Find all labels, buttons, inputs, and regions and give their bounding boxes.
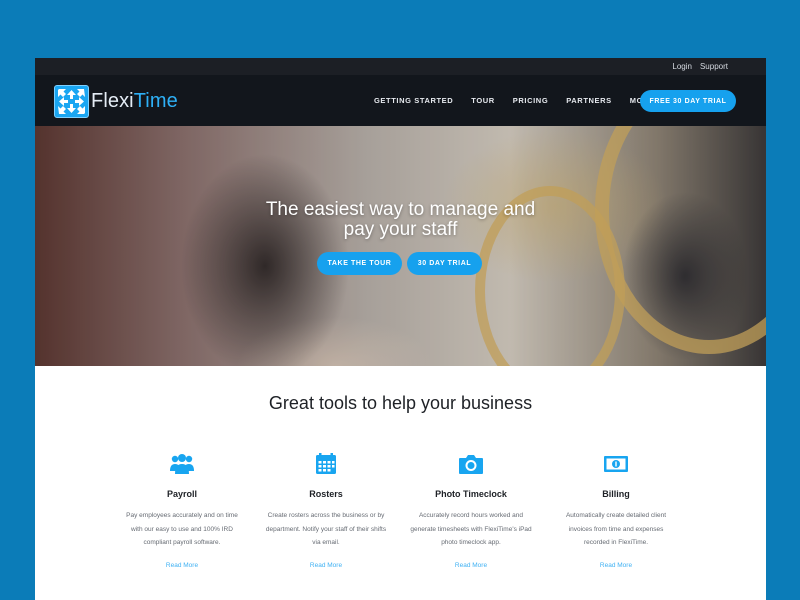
logo-arrows-icon — [54, 85, 89, 118]
feature-title: Payroll — [166, 489, 197, 499]
calendar-icon — [260, 451, 392, 477]
brand-name-part1: Flexi — [91, 90, 134, 112]
feature-description-line: Automatically create detailed client — [565, 512, 667, 519]
hero-headline-line1: The easiest way to manage and — [265, 199, 536, 220]
main-navbar: FlexiTime GETTING STARTED TOUR PRICING P… — [35, 75, 766, 126]
hero-banner: The easiest way to manage and pay your s… — [35, 126, 766, 366]
feature-description-line: via email. — [312, 539, 340, 546]
feature-description-line: Pay employees accurately and on time — [126, 512, 238, 519]
feature-title: Rosters — [309, 489, 343, 499]
feature-rosters: Rosters Create rosters across the busine… — [260, 451, 392, 569]
read-more-link[interactable]: Read More — [405, 562, 537, 569]
feature-description-line: department. Notify your staff of their s… — [265, 525, 387, 533]
feature-description: Create rosters across the business or by… — [260, 509, 392, 550]
take-tour-button[interactable]: TAKE THE TOUR — [317, 252, 402, 275]
camera-icon — [405, 451, 537, 477]
browser-window: Login Support FlexiTime GETTING STARTED … — [35, 58, 766, 600]
nav-getting-started[interactable]: GETTING STARTED — [374, 96, 453, 105]
support-link[interactable]: Support — [700, 62, 728, 71]
feature-description-line: compliant payroll software. — [143, 539, 221, 546]
hero-buttons: TAKE THE TOUR 30 DAY TRIAL — [317, 252, 482, 275]
read-more-link[interactable]: Read More — [116, 562, 248, 569]
feature-title: Billing — [602, 489, 630, 499]
hero-headline-line2: pay your staff — [343, 219, 458, 240]
nav-pricing[interactable]: PRICING — [513, 96, 548, 105]
day-trial-button[interactable]: 30 DAY TRIAL — [407, 252, 482, 275]
flexitime-logo[interactable]: FlexiTime — [54, 85, 178, 118]
nav-partners[interactable]: PARTNERS — [566, 96, 612, 105]
login-link[interactable]: Login — [672, 62, 692, 71]
feature-description-line: Create rosters across the business or by — [267, 512, 385, 519]
feature-description-line: photo timeclock app. — [441, 539, 501, 546]
feature-billing: Billing Automatically create detailed cl… — [550, 451, 682, 569]
primary-nav: GETTING STARTED TOUR PRICING PARTNERS MO… — [374, 75, 673, 126]
brand-name-part2: Time — [133, 90, 178, 112]
feature-description-line: generate timesheets with FlexiTime's iPa… — [410, 525, 532, 533]
read-more-link[interactable]: Read More — [260, 562, 392, 569]
hero-overlay — [35, 126, 766, 366]
utility-bar: Login Support — [35, 58, 766, 75]
read-more-link[interactable]: Read More — [550, 562, 682, 569]
brand-name: FlexiTime — [91, 90, 178, 113]
feature-payroll: Payroll Pay employees accurately and on … — [116, 451, 248, 569]
users-icon — [116, 451, 248, 477]
feature-description-line: with our easy to use and 100% IRD — [131, 525, 233, 533]
tools-heading: Great tools to help your business — [268, 393, 533, 413]
free-trial-button[interactable]: FREE 30 DAY TRIAL — [640, 90, 736, 112]
feature-description-line: recorded in FlexiTime. — [583, 539, 649, 546]
feature-title: Photo Timeclock — [435, 489, 507, 499]
feature-description: Pay employees accurately and on time wit… — [116, 509, 248, 550]
hero-headline: The easiest way to manage and pay your s… — [35, 200, 766, 240]
nav-tour[interactable]: TOUR — [471, 96, 495, 105]
feature-description: Automatically create detailed client inv… — [550, 509, 682, 550]
money-icon — [550, 451, 682, 477]
feature-description-line: Accurately record hours worked and — [418, 512, 524, 519]
feature-description: Accurately record hours worked and gener… — [405, 509, 537, 550]
feature-photo-timeclock: Photo Timeclock Accurately record hours … — [405, 451, 537, 569]
feature-description-line: invoices from time and expenses — [568, 525, 664, 533]
